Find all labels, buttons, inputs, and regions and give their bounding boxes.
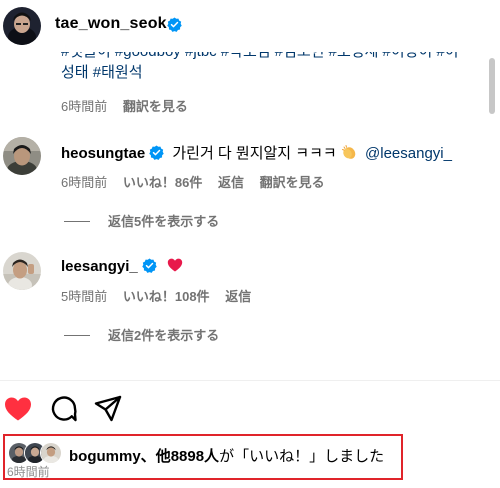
scrollbar-thumb[interactable] — [489, 58, 495, 114]
view-replies-label: 返信5件を表示する — [108, 214, 220, 229]
view-replies-button[interactable]: 返信2件を表示する — [64, 325, 219, 344]
comment-likes-count[interactable]: いいね！86件 — [123, 175, 202, 190]
replies-divider-line — [64, 335, 90, 336]
red-heart-icon — [167, 257, 183, 273]
caption-meta: 6時間前 翻訳を見る — [61, 96, 200, 115]
clapping-hands-icon — [341, 144, 357, 160]
comment-content: leesangyi_ — [61, 257, 183, 275]
likes-separator: 、 — [140, 448, 156, 465]
comment-reply-button[interactable]: 返信 — [225, 289, 251, 304]
verified-badge-icon — [142, 258, 157, 273]
caption-hashtags-line2: 성태 #태원석 — [61, 63, 481, 83]
likes-summary-highlight: bogummy、他8898人が「いいね！」しました 6時間前 — [3, 434, 403, 480]
likes-others-count[interactable]: 他8898人 — [156, 448, 219, 465]
verified-badge-icon — [167, 17, 182, 32]
post-action-bar — [0, 394, 200, 426]
comment-meta: 5時間前 いいね！108件 返信 — [61, 286, 263, 305]
caption-translate-button[interactable]: 翻訳を見る — [123, 99, 188, 114]
caption-time[interactable]: 6時間前 — [61, 99, 107, 114]
comment-text: 가린거 다 뭔지알지 ㅋㅋㅋ — [172, 145, 337, 162]
comment-likes-count[interactable]: いいね！108件 — [123, 289, 210, 304]
view-replies-label: 返信2件を表示する — [108, 328, 220, 343]
caption-hashtags-line[interactable]: #댓글이 #goodboy #jtbc #박보검 #김소현 #오정세 #이상이 … — [61, 52, 459, 62]
comment-username[interactable]: heosungtae — [61, 145, 145, 162]
comment-time[interactable]: 5時間前 — [61, 289, 107, 304]
section-divider — [0, 380, 500, 381]
liker-username[interactable]: bogummy — [69, 448, 141, 465]
replies-divider-line — [64, 221, 90, 222]
commenter-avatar[interactable] — [3, 137, 41, 175]
author-username[interactable]: tae_won_seok — [55, 15, 167, 33]
heart-filled-icon[interactable] — [3, 394, 33, 424]
comment-meta: 6時間前 いいね！86件 返信 翻訳を見る — [61, 172, 337, 191]
paper-plane-icon[interactable] — [93, 394, 123, 424]
likes-suffix: が「いいね！」しました — [219, 448, 385, 465]
hashtag-link[interactable]: #태원석 — [93, 64, 143, 81]
view-replies-button[interactable]: 返信5件を表示する — [64, 211, 219, 230]
commenter-avatar[interactable] — [3, 252, 41, 290]
post-caption: #댓글이 #goodboy #jtbc #박보검 #김소현 #오정세 #이상이 … — [61, 52, 481, 83]
post-time[interactable]: 6時間前 — [7, 463, 50, 480]
comment-content: heosungtae 가린거 다 뭔지알지 ㅋㅋㅋ @leesangyi_ — [61, 142, 452, 163]
likes-summary-text[interactable]: bogummy、他8898人が「いいね！」しました — [69, 445, 384, 466]
post-header: tae_won_seok — [0, 0, 500, 52]
scrollbar[interactable] — [488, 44, 496, 384]
comment-time[interactable]: 6時間前 — [61, 175, 107, 190]
hashtag-link[interactable]: 성태 — [61, 64, 89, 81]
author-avatar[interactable] — [3, 7, 41, 45]
liker-avatar[interactable] — [40, 442, 62, 464]
caption-hashtags-cut: #댓글이 #goodboy #jtbc #박보검 #김소현 #오정세 #이상이 … — [61, 52, 481, 62]
comment-translate-button[interactable]: 翻訳を見る — [260, 175, 325, 190]
comment-bubble-icon[interactable] — [49, 394, 79, 424]
comment-reply-button[interactable]: 返信 — [218, 175, 244, 190]
verified-badge-icon — [149, 145, 164, 160]
comment-mention-link[interactable]: @leesangyi_ — [365, 145, 452, 162]
comment-username[interactable]: leesangyi_ — [61, 258, 138, 275]
